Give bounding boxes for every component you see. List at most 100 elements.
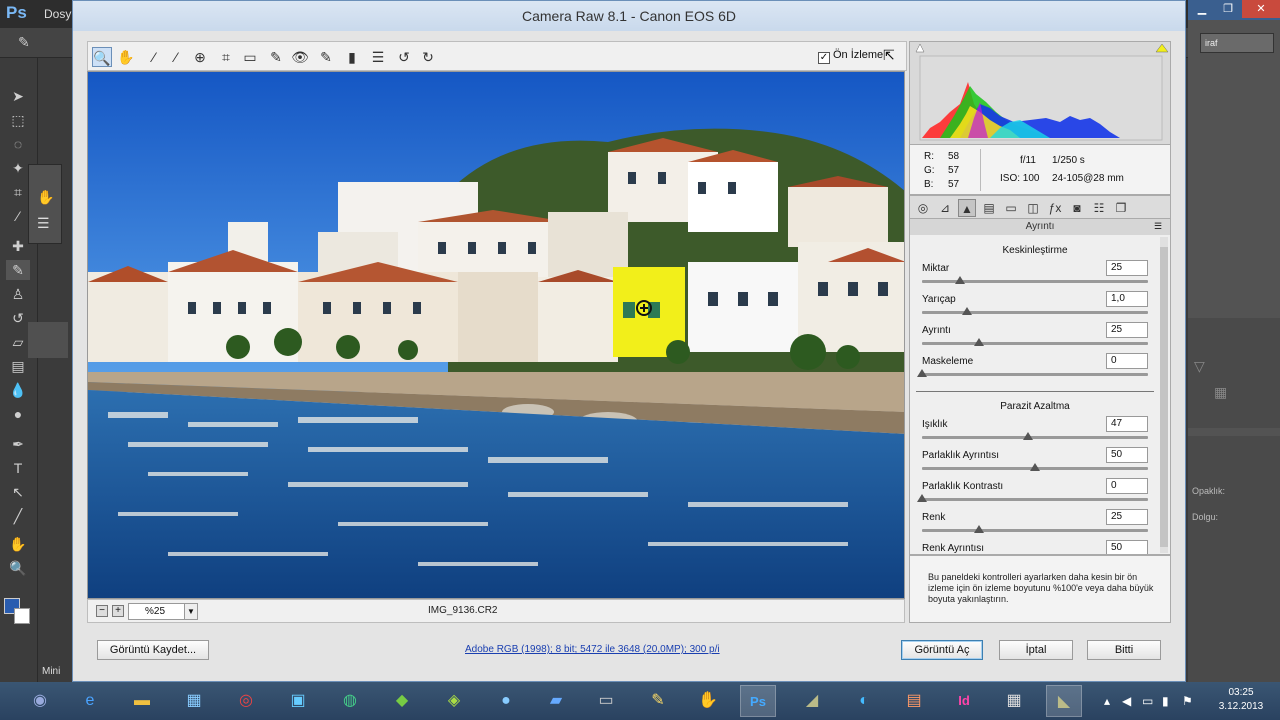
dodge-icon[interactable]: ●	[6, 404, 30, 424]
hsl-tab-icon[interactable]: ▤	[980, 199, 998, 217]
eyedropper-icon[interactable]: ⁄	[6, 206, 30, 226]
flag-icon[interactable]: ⚑	[1182, 694, 1193, 708]
open-image-button[interactable]: Görüntü Aç	[901, 640, 983, 660]
radius-slider[interactable]	[922, 307, 1148, 315]
graduated-filter-icon[interactable]: ▮	[342, 47, 362, 67]
sphere-app-icon[interactable]: ●	[488, 685, 524, 717]
camera-calibration-tab-icon[interactable]: ◙	[1068, 199, 1086, 217]
green-app-icon[interactable]: ◆	[384, 685, 420, 717]
luminance-slider-thumb[interactable]	[1023, 432, 1034, 440]
amount-slider[interactable]	[922, 276, 1148, 284]
workspace-dropdown[interactable]: iraf	[1200, 33, 1274, 53]
preview-checkbox[interactable]: ✓ Ön İzleme	[818, 49, 883, 64]
cancel-button[interactable]: İptal	[999, 640, 1073, 660]
luminance-slider[interactable]	[922, 432, 1148, 440]
battery-icon[interactable]: ▭	[1142, 694, 1153, 708]
crop-tool-icon[interactable]: ⌗	[216, 47, 236, 67]
calculator-icon[interactable]: ▦	[996, 685, 1032, 717]
snapshots-tab-icon[interactable]: ❐	[1112, 199, 1130, 217]
zoom-in-button[interactable]: +	[112, 605, 124, 617]
red-eye-icon[interactable]: 👁	[290, 47, 310, 67]
yellow-app-icon[interactable]: ✋	[690, 685, 726, 717]
blur-icon[interactable]: 💧	[6, 380, 30, 400]
brush-preset-icon[interactable]: ✋	[37, 189, 54, 206]
color-slider-thumb[interactable]	[973, 525, 984, 533]
grid-icon[interactable]: ▦	[1214, 384, 1227, 401]
split-toning-tab-icon[interactable]: ▭	[1002, 199, 1020, 217]
hand-tool-icon[interactable]: ✋	[116, 47, 136, 67]
stamp-icon[interactable]: ♙	[6, 284, 30, 304]
targeted-adjustment-icon[interactable]: ⊕	[190, 47, 210, 67]
file-explorer-icon[interactable]: ▬	[124, 685, 160, 717]
detail-input[interactable]: 25	[1106, 322, 1148, 338]
internet-explorer-icon[interactable]: e	[72, 685, 108, 717]
adjustment-icon[interactable]: ▽	[1194, 358, 1205, 375]
pen-icon[interactable]: ✒	[6, 434, 30, 454]
clock[interactable]: 03:25 3.12.2013	[1214, 686, 1268, 714]
network-icon[interactable]: ▦	[176, 685, 212, 717]
chevron-down-icon[interactable]: ▼	[184, 603, 198, 620]
fullscreen-icon[interactable]: ⇱	[883, 47, 895, 64]
tool-app-icon[interactable]: ◣	[1046, 685, 1082, 717]
radius-input[interactable]: 1,0	[1106, 291, 1148, 307]
preferences-icon[interactable]: ☰	[368, 47, 388, 67]
signal-icon[interactable]: ▮	[1162, 694, 1169, 708]
luminance-detail-slider-thumb[interactable]	[1030, 463, 1040, 471]
amount-input[interactable]: 25	[1106, 260, 1148, 276]
presets-tab-icon[interactable]: ☷	[1090, 199, 1108, 217]
green-cube-icon[interactable]: ◈	[436, 685, 472, 717]
detail-tab-icon[interactable]: ▲	[958, 199, 976, 217]
zoom-icon[interactable]: 🔍	[6, 558, 30, 578]
color-input[interactable]: 25	[1106, 509, 1148, 525]
masking-slider[interactable]	[917, 369, 1148, 377]
basic-tab-icon[interactable]: ◎	[914, 199, 932, 217]
minimize-icon[interactable]: ▁	[1190, 0, 1214, 18]
brush-icon[interactable]: ✎	[18, 34, 30, 51]
masking-input[interactable]: 0	[1106, 353, 1148, 369]
color-detail-input[interactable]: 50	[1106, 540, 1148, 554]
spot-removal-icon[interactable]: ✎	[266, 47, 286, 67]
books-app-icon[interactable]: ▤	[896, 685, 932, 717]
color-slider[interactable]	[922, 525, 1148, 533]
luminance-detail-slider[interactable]	[922, 463, 1148, 471]
done-button[interactable]: Bitti	[1087, 640, 1161, 660]
gradient-icon[interactable]: ▤	[6, 356, 30, 376]
type-icon[interactable]: T	[6, 458, 30, 478]
marquee-icon[interactable]: ⬚	[6, 110, 30, 130]
move-icon[interactable]: ➤	[6, 86, 30, 106]
history-brush-icon[interactable]: ↺	[6, 308, 30, 328]
lasso-icon[interactable]: ◌	[6, 134, 30, 154]
luminance-input[interactable]: 47	[1106, 416, 1148, 432]
eraser-icon[interactable]: ▱	[6, 332, 30, 352]
zoom-level-select[interactable]: %25 ▼	[128, 603, 198, 620]
radius-slider-thumb[interactable]	[962, 307, 973, 315]
white-balance-icon[interactable]: ⁄	[144, 47, 164, 67]
rotate-right-icon[interactable]: ↻	[418, 47, 438, 67]
volume-icon[interactable]: ◀	[1122, 694, 1131, 708]
lens-corrections-tab-icon[interactable]: ◫	[1024, 199, 1042, 217]
masking-slider-thumb[interactable]	[917, 369, 927, 377]
healing-icon[interactable]: ✚	[6, 236, 30, 256]
restore-icon[interactable]: ❐	[1216, 0, 1240, 18]
close-icon[interactable]: ✕	[1242, 0, 1280, 18]
mini-bridge-label[interactable]: Mini	[42, 666, 60, 677]
avp-icon[interactable]: ▰	[538, 685, 574, 717]
blue-app-icon[interactable]: ◐	[846, 685, 882, 717]
adjustment-brush-icon[interactable]: ✎	[316, 47, 336, 67]
globe-icon[interactable]: ◍	[332, 685, 368, 717]
magic-wand-icon[interactable]: ✦	[6, 158, 30, 178]
color-sampler-icon[interactable]: ⁄	[166, 47, 186, 67]
image-preview[interactable]	[87, 71, 905, 599]
gray-app-icon[interactable]: ◢	[794, 685, 830, 717]
straighten-icon[interactable]: ▭	[240, 47, 260, 67]
amount-slider-thumb[interactable]	[955, 276, 966, 284]
tone-curve-tab-icon[interactable]: ⊿	[936, 199, 954, 217]
detail-slider[interactable]	[922, 338, 1148, 346]
hand-icon[interactable]: ✋	[6, 534, 30, 554]
save-image-button[interactable]: Görüntü Kaydet...	[97, 640, 209, 660]
monitor-icon[interactable]: ▭	[588, 685, 624, 717]
background-color-swatch[interactable]	[14, 608, 30, 624]
brush-settings-icon[interactable]: ☰	[37, 215, 50, 232]
tray-arrow-icon[interactable]: ▴	[1104, 694, 1110, 708]
menu-file[interactable]: Dosy	[44, 7, 71, 21]
